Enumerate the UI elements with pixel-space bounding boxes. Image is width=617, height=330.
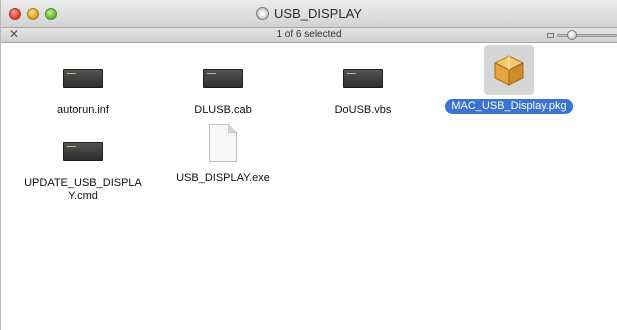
icon-slot[interactable] [58,123,108,173]
slider-track[interactable] [557,34,617,37]
file-label[interactable]: UPDATE_USB_DISPLAY.cmd [24,177,142,203]
icon-slot[interactable] [338,50,388,100]
terminal-icon[interactable] [63,141,103,161]
selected-icon-highlight[interactable] [484,45,534,95]
file-item[interactable]: DoUSB.vbs [293,50,433,117]
status-bar: ✕ 1 of 6 selected [1,27,617,43]
file-label[interactable]: DLUSB.cab [194,104,251,117]
window-title-text: USB_DISPLAY [274,6,362,21]
file-item[interactable]: DLUSB.cab [153,50,293,117]
file-area[interactable]: autorun.inf DLUSB.cab DoUSB.vbs MAC_USB_… [1,43,617,330]
document-icon[interactable] [209,124,237,162]
file-label-selected[interactable]: MAC_USB_Display.pkg [445,99,573,114]
selection-status: 1 of 6 selected [276,29,342,40]
file-item[interactable]: UPDATE_USB_DISPLAY.cmd [13,123,153,203]
title-bar[interactable]: USB_DISPLAY [1,0,617,28]
slider-knob[interactable] [567,30,577,40]
file-item[interactable]: autorun.inf [13,50,153,117]
small-icon-size-icon [547,33,554,38]
terminal-icon[interactable] [203,68,243,88]
finder-window: USB_DISPLAY ✕ 1 of 6 selected autorun.in… [0,0,617,330]
icon-slot[interactable] [198,118,248,168]
file-item-selected[interactable]: MAC_USB_Display.pkg [439,45,579,114]
icon-size-slider[interactable] [547,30,617,40]
disk-image-icon [256,7,270,20]
file-label[interactable]: USB_DISPLAY.exe [176,172,270,185]
terminal-icon[interactable] [343,68,383,88]
terminal-icon[interactable] [63,68,103,88]
icon-slot[interactable] [58,50,108,100]
file-label[interactable]: autorun.inf [57,104,109,117]
package-icon[interactable] [491,52,527,88]
window-title: USB_DISPLAY [1,6,617,21]
file-item[interactable]: USB_DISPLAY.exe [153,118,293,185]
icon-slot[interactable] [198,50,248,100]
file-label[interactable]: DoUSB.vbs [335,104,392,117]
